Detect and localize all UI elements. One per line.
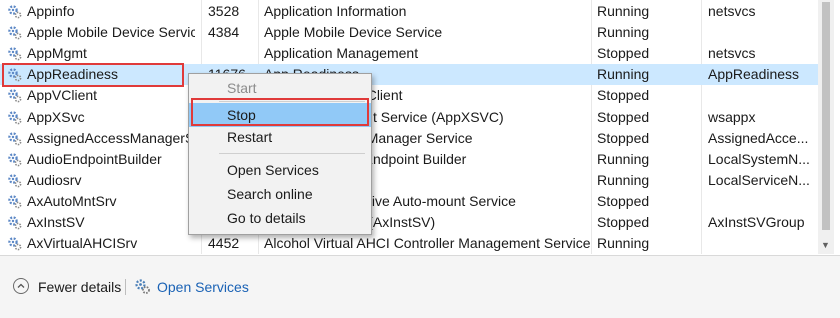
service-group: AppReadiness xyxy=(708,66,800,83)
service-row[interactable]: AppVClientMicrosoft App-V ClientStopped xyxy=(0,85,818,106)
service-status: Stopped xyxy=(597,45,650,62)
service-row[interactable]: AxVirtualAHCISrv 4452 Alcohol Virtual AHCI… xyxy=(0,233,818,254)
service-name: AxAutoMntSrv xyxy=(27,192,117,209)
task-manager-services-panel: Appinfo 3528 Application Information Runnin… xyxy=(0,0,840,318)
service-row[interactable]: AssignedAccessManagerSvcAssignedAccessMa… xyxy=(0,128,818,149)
gear-icon xyxy=(7,25,22,40)
gear-icon xyxy=(7,4,22,19)
menu-item-start: Start xyxy=(227,80,257,96)
menu-item-restart[interactable]: Restart xyxy=(189,125,371,149)
gear-icon xyxy=(7,152,22,167)
service-group: AxInstSVGroup xyxy=(708,214,805,230)
service-group: LocalServiceN... xyxy=(708,171,810,188)
chevron-up-icon[interactable] xyxy=(13,278,29,294)
service-row[interactable]: AxInstSVActiveX Installer (AxInstSV)Stop… xyxy=(0,212,818,233)
annotation-highlight-stop xyxy=(191,98,369,126)
service-name: Appinfo xyxy=(27,3,75,19)
service-status: Stopped xyxy=(597,192,650,209)
annotation-highlight-appreadiness xyxy=(2,63,184,87)
service-name: Apple Mobile Device Service xyxy=(27,24,195,41)
service-name: AppMgmt xyxy=(27,45,87,62)
scrollbar-thumb[interactable] xyxy=(822,2,830,230)
service-name: AxVirtualAHCISrv xyxy=(27,235,138,252)
gear-icon xyxy=(7,110,22,125)
service-description: Application Information xyxy=(264,3,407,19)
service-status: Stopped xyxy=(597,87,650,104)
service-pid: 4452 xyxy=(208,235,240,252)
service-name: AssignedAccessManagerSvc xyxy=(27,129,195,146)
service-status: Stopped xyxy=(597,108,650,125)
service-description: Application Management xyxy=(264,45,419,62)
service-name: Audiosrv xyxy=(27,171,82,188)
footer-separator xyxy=(125,279,126,295)
services-list: Appinfo 3528 Application Information Runnin… xyxy=(0,0,818,254)
service-status: Running xyxy=(597,235,650,252)
gear-icon xyxy=(7,194,22,209)
service-row[interactable]: Appinfo 3528 Application Information Runnin… xyxy=(0,1,818,22)
service-row[interactable]: AppXSvc AppX Deployment Service (AppXSVC)… xyxy=(0,107,818,128)
service-pid: 4384 xyxy=(208,24,240,41)
services-gear-icon[interactable] xyxy=(134,278,151,295)
service-status: Running xyxy=(597,3,650,19)
vertical-scrollbar[interactable]: ▼ xyxy=(818,0,834,254)
menu-item-search-online[interactable]: Search online xyxy=(189,182,371,206)
service-status: Running xyxy=(597,24,650,41)
service-row[interactable]: AxAutoMntSrv Alcohol Virtual Drive Auto-m… xyxy=(0,191,818,212)
open-services-link[interactable]: Open Services xyxy=(157,279,249,295)
service-name: AppVClient xyxy=(27,87,98,104)
gear-icon xyxy=(7,46,22,61)
service-name: AudioEndpointBuilder xyxy=(27,150,162,167)
gear-icon xyxy=(7,236,22,251)
menu-item-open-services[interactable]: Open Services xyxy=(189,158,371,182)
gear-icon xyxy=(7,215,22,230)
service-group: netsvcs xyxy=(708,45,756,62)
menu-item-go-to-details[interactable]: Go to details xyxy=(189,206,371,230)
gear-icon xyxy=(7,173,22,188)
service-pid: 3528 xyxy=(208,3,240,19)
service-row[interactable]: Apple Mobile Device Service 4384 Apple Mob… xyxy=(0,22,818,43)
service-description: Apple Mobile Device Service xyxy=(264,24,443,41)
service-status: Running xyxy=(597,171,650,188)
menu-divider xyxy=(219,153,365,154)
gear-icon xyxy=(7,131,22,146)
service-group: LocalSystemN... xyxy=(708,150,810,167)
service-group: netsvcs xyxy=(708,3,756,19)
gear-icon xyxy=(7,88,22,103)
service-row[interactable]: AudiosrvWindows AudioRunningLocalService… xyxy=(0,170,818,191)
service-status: Running xyxy=(597,150,650,167)
service-group: AssignedAcce... xyxy=(708,129,809,146)
footer-bar: Fewer details Open Services xyxy=(0,256,840,318)
fewer-details-button[interactable]: Fewer details xyxy=(38,279,121,295)
service-row[interactable]: AppMgmt Application Management Stopped nets… xyxy=(0,43,818,64)
service-row[interactable]: AudioEndpointBuilderWindows Audio Endpoi… xyxy=(0,149,818,170)
service-status: Running xyxy=(597,66,650,83)
service-group: wsappx xyxy=(708,108,756,125)
service-name: AxInstSV xyxy=(27,214,85,230)
service-status: Stopped xyxy=(597,214,650,230)
scroll-down-arrow-icon[interactable]: ▼ xyxy=(821,240,830,250)
service-description: Alcohol Virtual AHCI Controller Manageme… xyxy=(264,235,591,252)
service-status: Stopped xyxy=(597,129,650,146)
service-name: AppXSvc xyxy=(27,108,85,125)
